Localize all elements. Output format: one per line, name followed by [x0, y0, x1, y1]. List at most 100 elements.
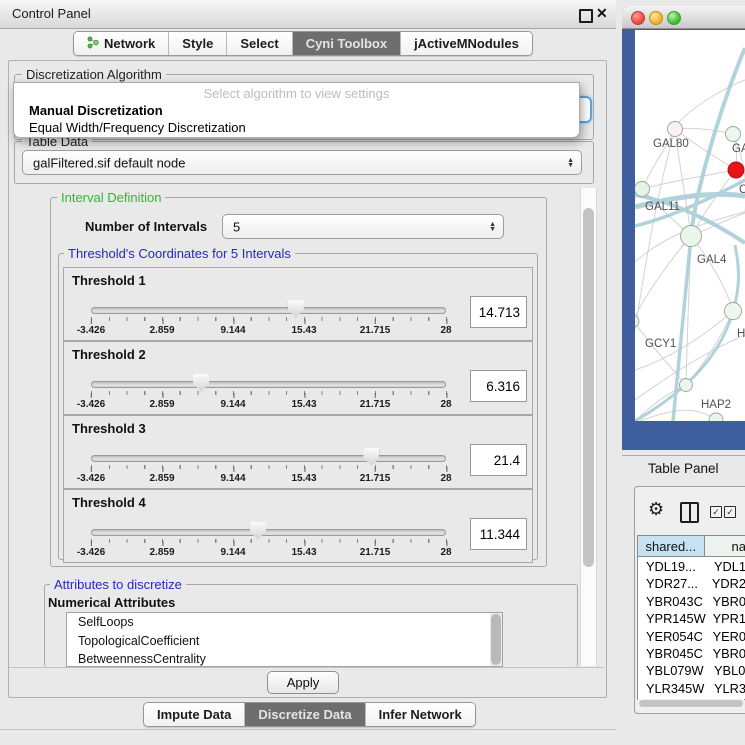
table-row[interactable]: YDR27...YDR2 [638, 575, 745, 592]
checkbox-icon[interactable]: ✓ [724, 506, 736, 518]
interval-definition-label: Interval Definition [57, 191, 165, 204]
cell-shared-name: YIL052C [638, 697, 709, 698]
settings-scrollbar[interactable] [580, 188, 597, 666]
node-selected-red[interactable] [728, 162, 744, 178]
attributes-list-scrollbar[interactable] [490, 613, 502, 666]
attribute-list-item[interactable]: BetweennessCentrality [67, 650, 502, 667]
thresholds-group-label: Threshold's Coordinates for 5 Intervals [64, 247, 295, 260]
threshold-slider[interactable]: -3.4262.8599.14415.4321.71528 [91, 447, 446, 483]
tab-label: Cyni Toolbox [306, 36, 387, 51]
tick-label: -3.426 [77, 399, 105, 410]
slider-ticks [91, 539, 447, 543]
minimize-traffic-light[interactable] [649, 11, 663, 25]
scrollbar-thumb[interactable] [491, 614, 501, 665]
attribute-list-item[interactable]: SelfLoops [67, 613, 502, 632]
number-of-intervals-combobox[interactable]: 5 ▲▼ [222, 214, 504, 239]
tick-label: 28 [440, 547, 451, 558]
split-columns-icon[interactable] [680, 502, 699, 523]
tick-label: 28 [440, 399, 451, 410]
node-gal11[interactable] [635, 182, 650, 197]
threshold-slider[interactable]: -3.4262.8599.14415.4321.71528 [91, 299, 446, 335]
table-horizontal-scrollbar[interactable] [638, 699, 744, 708]
slider-ticks [91, 465, 447, 469]
slider-track[interactable] [91, 381, 446, 388]
attribute-list-item[interactable]: TopologicalCoefficient [67, 632, 502, 651]
slider-thumb[interactable] [250, 522, 266, 540]
threshold-value-field[interactable]: 6.316 [470, 370, 527, 402]
tick-label: 15.43 [291, 325, 316, 336]
zoom-traffic-light[interactable] [667, 11, 681, 25]
node-partial[interactable] [709, 413, 723, 421]
threshold-value-field[interactable]: 11.344 [470, 518, 527, 550]
slider-track[interactable] [91, 455, 446, 462]
node-label-hap2: HAP2 [701, 399, 731, 411]
scrollbar-thumb[interactable] [583, 208, 594, 567]
column-header-name[interactable]: na [705, 536, 745, 557]
table-row[interactable]: YPR145WYPR1 [638, 610, 745, 627]
gear-icon[interactable]: ⚙ [648, 499, 664, 520]
close-traffic-light[interactable] [631, 11, 645, 25]
slider-thumb[interactable] [193, 374, 209, 392]
node-label-gcy1: GCY1 [645, 338, 676, 350]
bottom-tabbar: Impute Data Discretize Data Infer Networ… [143, 702, 476, 727]
table-row[interactable]: YLR345WYLR3 [638, 680, 745, 697]
table-panel-title: Table Panel [648, 461, 719, 476]
divider [9, 667, 604, 668]
tab-style[interactable]: Style [169, 32, 227, 55]
threshold-slider[interactable]: -3.4262.8599.14415.4321.71528 [91, 521, 446, 557]
slider-track[interactable] [91, 307, 446, 314]
tab-network[interactable]: Network [74, 32, 169, 55]
threshold-row: Threshold 2 -3.4262.8599.14415.4321.7152… [63, 341, 533, 415]
threshold-slider[interactable]: -3.4262.8599.14415.4321.71528 [91, 373, 446, 409]
slider-thumb[interactable] [363, 448, 379, 466]
close-icon[interactable]: ✕ [596, 5, 608, 22]
algorithm-group-label: Discretization Algorithm [22, 68, 166, 81]
node-hap2[interactable] [680, 379, 693, 392]
network-window-titlebar[interactable] [622, 6, 745, 29]
slider-thumb[interactable] [288, 300, 304, 318]
table-row[interactable]: YDL19...YDL1 [638, 558, 745, 575]
table-row[interactable]: YBR045CYBR0 [638, 645, 745, 662]
combobox-arrows-icon: ▲▼ [489, 222, 496, 232]
node-h[interactable] [725, 303, 742, 320]
tab-select[interactable]: Select [227, 32, 292, 55]
cell-name: YPR1 [708, 610, 745, 627]
threshold-value-field[interactable]: 14.713 [470, 296, 527, 328]
node-attribute-table: shared... na YDL19...YDL1YDR27...YDR2YBR… [637, 535, 745, 700]
table-row[interactable]: YER054CYER0 [638, 628, 745, 645]
tab-infer-network[interactable]: Infer Network [366, 703, 475, 726]
tick-label: 21.715 [360, 547, 391, 558]
checkbox-icon[interactable]: ✓ [710, 506, 722, 518]
tab-discretize-data[interactable]: Discretize Data [245, 703, 365, 726]
scrollbar-thumb[interactable] [639, 700, 743, 707]
table-row[interactable]: YBR043CYBR0 [638, 593, 745, 610]
column-header-shared-name[interactable]: shared... [638, 536, 705, 557]
popup-hint-text: Select algorithm to view settings [14, 86, 579, 101]
table-row[interactable]: YIL052CYIL0 [638, 697, 745, 698]
table-data-combobox[interactable]: galFiltered.sif default node ▲▼ [22, 150, 582, 175]
network-canvas[interactable]: GAL80 GA C GAL11 GAL4 GCY1 H HAP2 [635, 30, 745, 421]
node-gcy1[interactable] [635, 315, 639, 327]
control-panel-tabbar: Network Style Select Cyni Toolbox jActiv… [73, 31, 533, 56]
apply-button[interactable]: Apply [267, 671, 339, 694]
threshold-value-field[interactable]: 21.4 [470, 444, 527, 476]
node-gal4[interactable] [681, 226, 702, 247]
network-icon [87, 36, 99, 52]
numerical-attributes-list[interactable]: SelfLoopsTopologicalCoefficientBetweenne… [66, 612, 503, 667]
tab-jactivemnodules[interactable]: jActiveMNodules [401, 32, 532, 55]
popup-option-manual-discretization[interactable]: Manual Discretization [29, 103, 163, 118]
table-row[interactable]: YBL079WYBL0 [638, 662, 745, 679]
popup-option-equal-width-frequency[interactable]: Equal Width/Frequency Discretization [29, 120, 246, 135]
node-ga[interactable] [726, 127, 741, 142]
slider-ticks [91, 317, 447, 321]
slider-track[interactable] [91, 529, 446, 536]
tick-label: 2.859 [149, 325, 174, 336]
table-body: YDL19...YDL1YDR27...YDR2YBR043CYBR0YPR14… [638, 558, 745, 698]
divider [622, 455, 745, 456]
tab-impute-data[interactable]: Impute Data [144, 703, 245, 726]
node-gal80[interactable] [668, 122, 683, 137]
float-window-icon[interactable] [579, 9, 593, 23]
threshold-label: Threshold 2 [72, 347, 146, 362]
tab-cyni-toolbox[interactable]: Cyni Toolbox [293, 32, 401, 55]
threshold-label: Threshold 1 [72, 273, 146, 288]
